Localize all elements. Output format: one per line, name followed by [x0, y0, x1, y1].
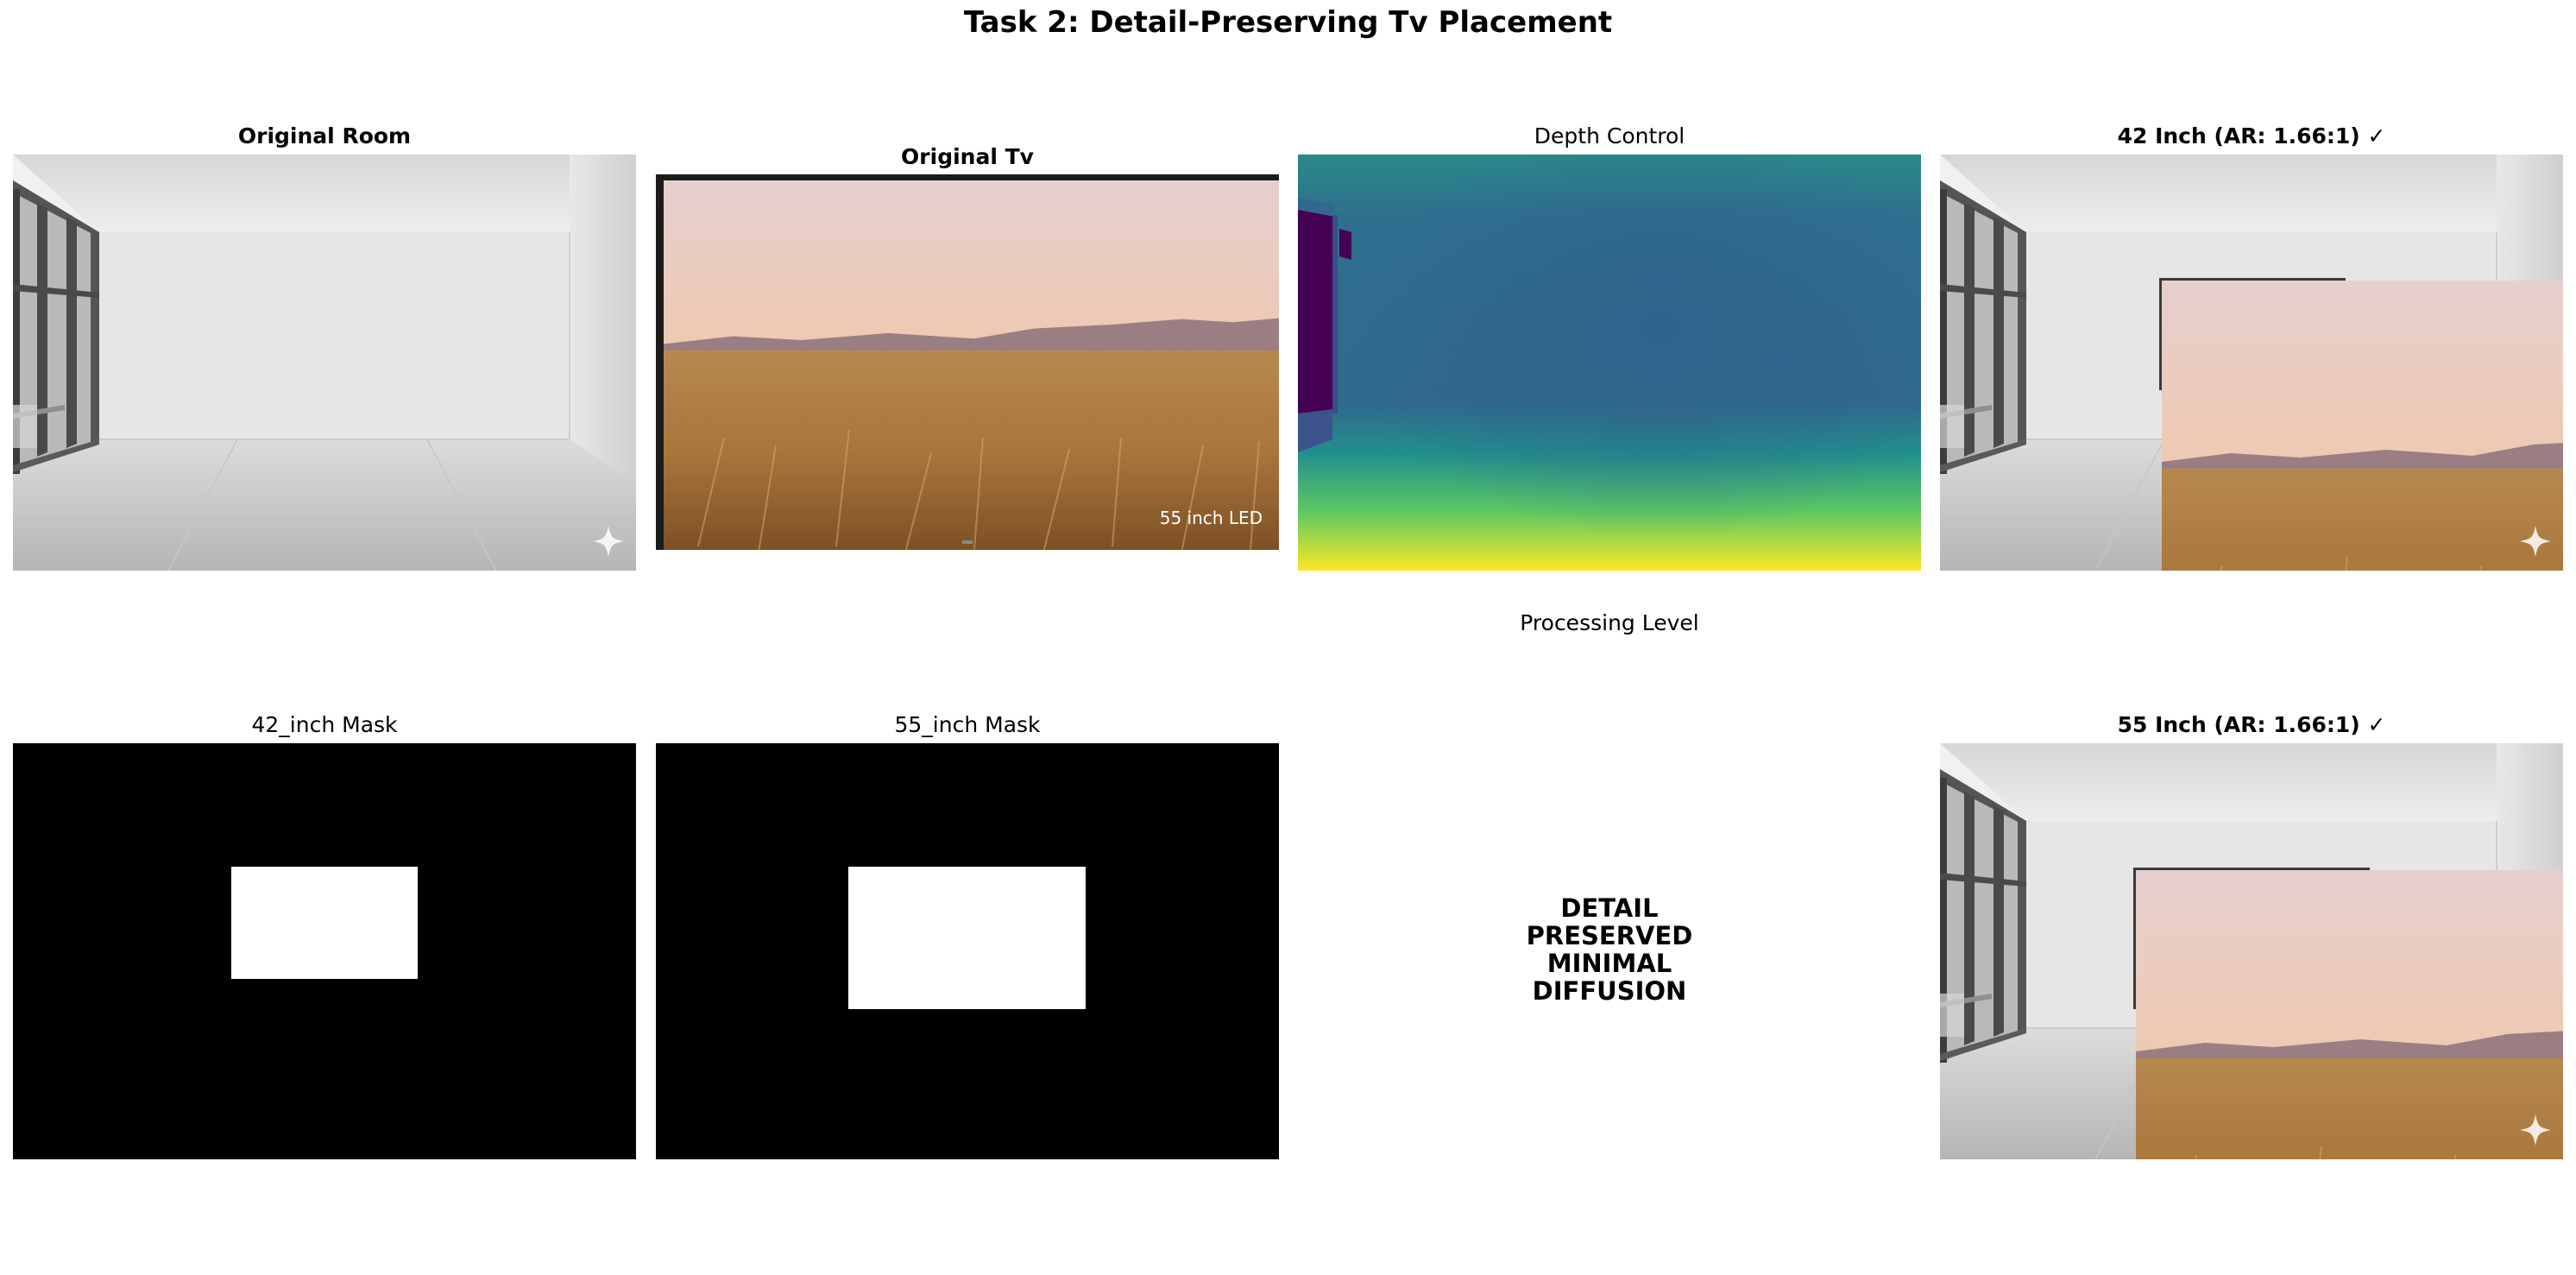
panel-title-mask-55: 55_inch Mask	[894, 712, 1041, 737]
original-tv-image: 55 inch LED	[656, 174, 1279, 550]
figure-title: Task 2: Detail-Preserving Tv Placement	[963, 5, 1613, 40]
panel-title-mask-42: 42_inch Mask	[251, 712, 398, 737]
depth-control-image	[1298, 155, 1921, 571]
tv-screen-label: 55 inch LED	[1160, 508, 1263, 528]
panel-title-depth-control: Depth Control	[1534, 123, 1685, 148]
processing-level-title: Processing Level	[1520, 610, 1699, 635]
panel-title-original-tv: Original Tv	[901, 144, 1034, 169]
result-42-image	[1940, 155, 2563, 571]
original-room-image	[13, 155, 636, 571]
result-55-image	[1940, 743, 2563, 1159]
panel-title-original-room: Original Room	[237, 123, 412, 148]
processing-level-text: DETAIL PRESERVED MINIMAL DIFFUSION	[1526, 893, 1693, 1006]
panel-title-result-55: 55 Inch (AR: 1.66:1) ✓	[2117, 712, 2386, 737]
mask-42-image	[13, 743, 636, 1159]
panel-title-result-42: 42 Inch (AR: 1.66:1) ✓	[2117, 123, 2386, 148]
mask-55-image	[656, 743, 1279, 1159]
